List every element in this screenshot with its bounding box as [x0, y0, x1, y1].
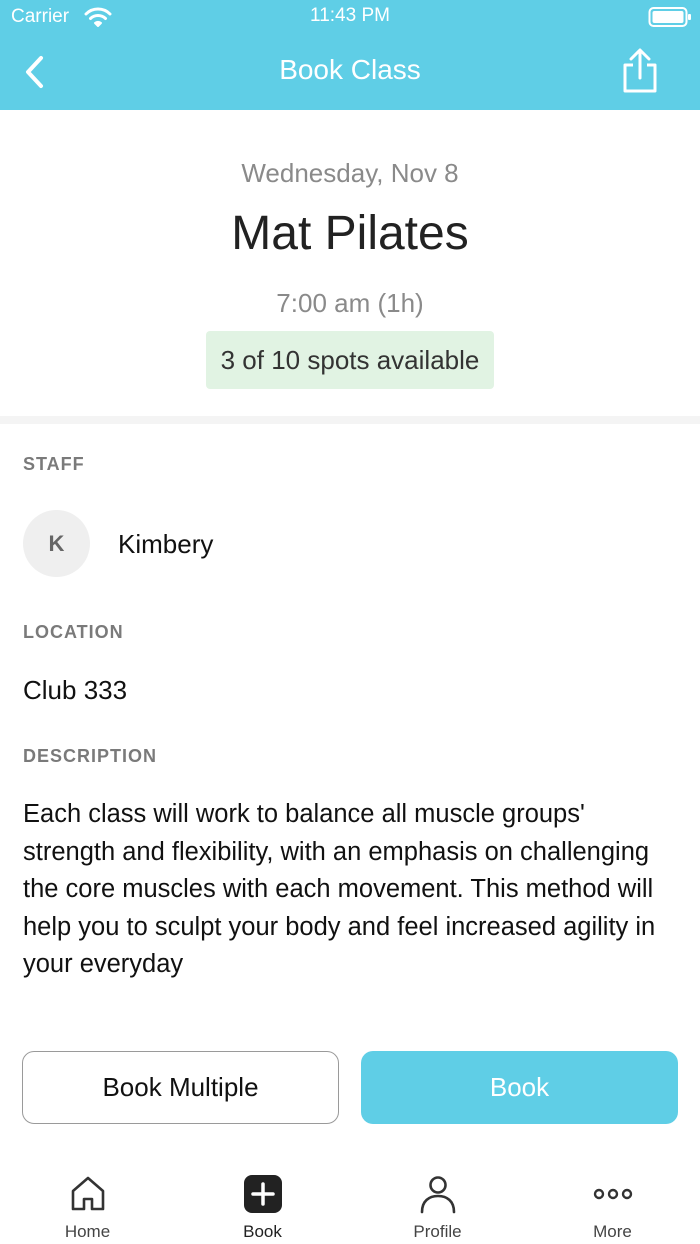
class-date: Wednesday, Nov 8 — [241, 158, 459, 188]
class-time: 7:00 am (1h) — [276, 288, 424, 318]
staff-section-label: STAFF — [23, 454, 85, 474]
tab-profile[interactable]: Profile — [350, 1160, 525, 1244]
class-summary: Wednesday, Nov 8 Mat Pilates 7:00 am (1h… — [0, 110, 700, 416]
nav-bar: Book Class — [0, 34, 700, 110]
battery-icon — [648, 7, 691, 27]
book-button[interactable]: Book — [361, 1051, 678, 1124]
tab-book[interactable]: Book — [175, 1160, 350, 1244]
staff-name[interactable]: Kimbery — [118, 529, 213, 560]
book-class-screen: Carrier 11:43 PM Book Class Wednesday, N… — [0, 0, 700, 1244]
status-time: 11:43 PM — [310, 5, 390, 26]
tab-home-label: Home — [64, 1222, 111, 1241]
location-value: Club 333 — [23, 675, 128, 705]
more-dots-icon — [593, 1188, 633, 1200]
tab-profile-label: Profile — [413, 1222, 462, 1241]
book-multiple-button[interactable]: Book Multiple — [22, 1051, 339, 1124]
status-bar: Carrier 11:43 PM — [0, 0, 700, 34]
person-icon — [420, 1176, 456, 1214]
share-button[interactable] — [620, 48, 660, 94]
page-title: Book Class — [279, 54, 421, 85]
tab-more[interactable]: More — [525, 1160, 700, 1244]
section-divider — [0, 416, 700, 424]
description-section-label: DESCRIPTION — [23, 746, 158, 766]
tab-book-label: Book — [243, 1222, 282, 1241]
staff-avatar: K — [23, 510, 90, 577]
location-section-label: LOCATION — [23, 622, 124, 642]
tab-home[interactable]: Home — [0, 1160, 175, 1244]
header: Carrier 11:43 PM Book Class — [0, 0, 700, 110]
home-icon — [71, 1176, 105, 1211]
tab-bar: Home Book Profile More — [0, 1160, 700, 1244]
class-name: Mat Pilates — [231, 207, 469, 260]
share-icon — [623, 48, 657, 93]
tab-more-label: More — [593, 1222, 632, 1241]
class-description: Each class will work to balance all musc… — [23, 800, 656, 978]
plus-square-icon — [244, 1175, 282, 1213]
spots-available-badge: 3 of 10 spots available — [206, 331, 494, 389]
